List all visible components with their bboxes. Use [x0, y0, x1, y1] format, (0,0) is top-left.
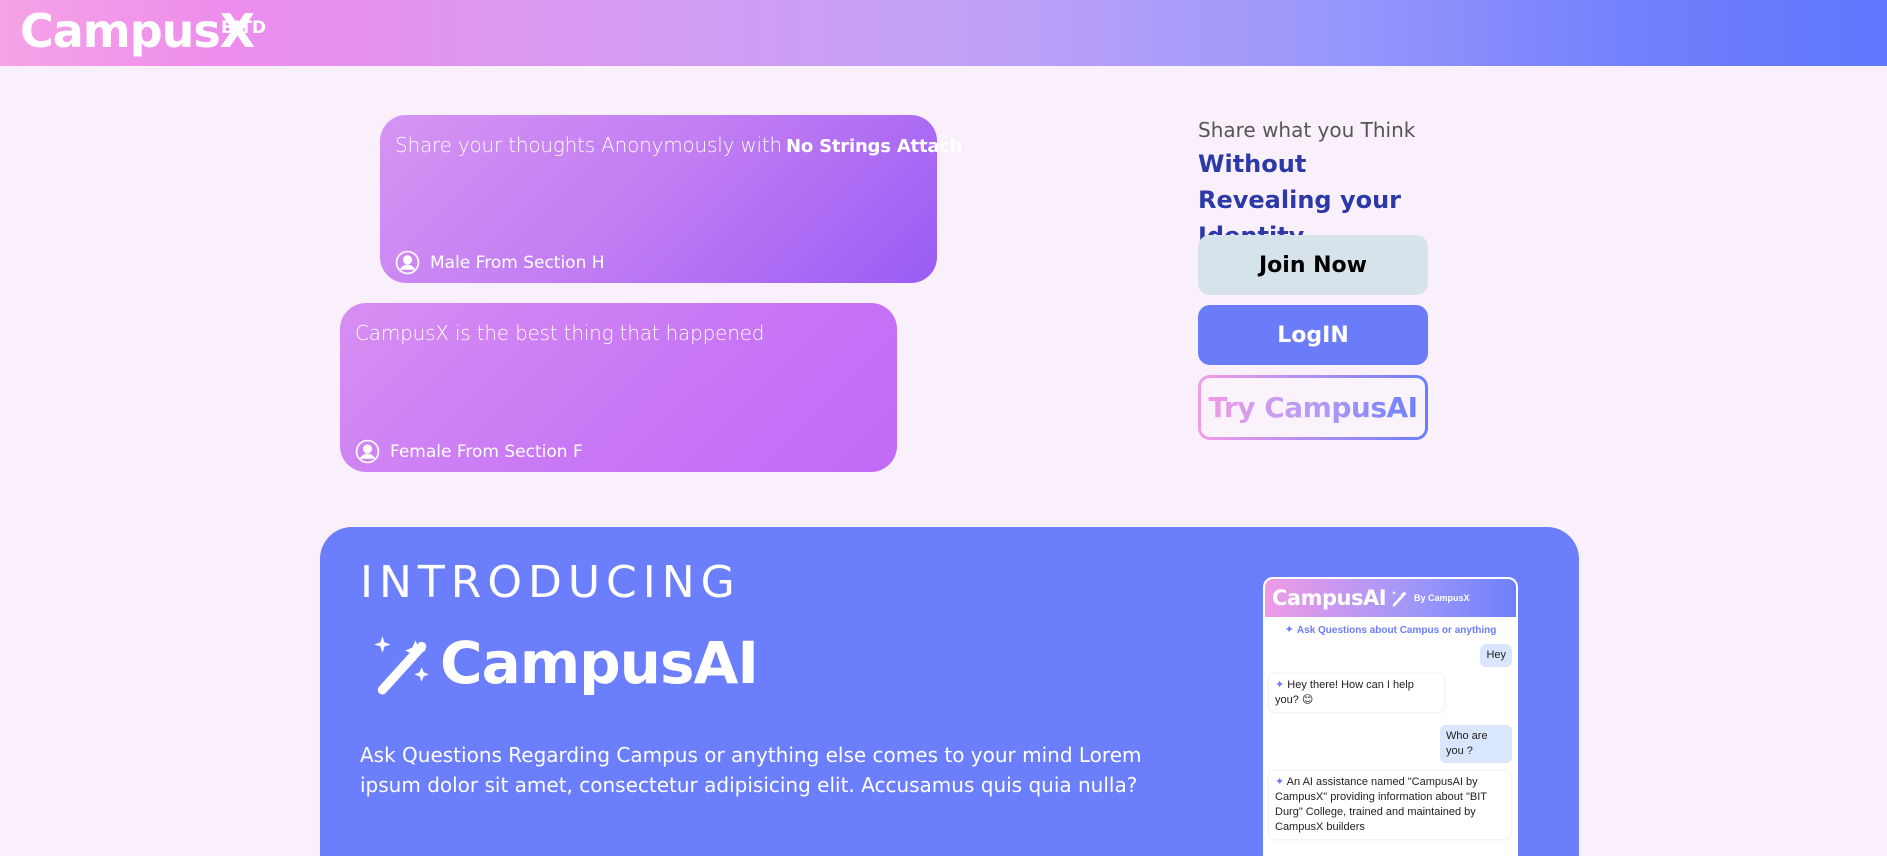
try-campusai-label: Try CampusAI: [1208, 391, 1418, 424]
brand-logo[interactable]: CampusX: [20, 4, 255, 58]
intro-kicker: INTRODUCING: [360, 557, 741, 608]
campusai-intro-section: INTRODUCING CampusAI Ask Questions Regar…: [320, 527, 1579, 856]
post-body: CampusX is the best thing that happened: [355, 321, 765, 345]
sparkle-icon: ✦: [1284, 624, 1297, 636]
post-author: Female From Section F: [355, 439, 583, 464]
magic-wand-icon: [374, 636, 429, 695]
chat-subtitle-text: Ask Questions about Campus or anything: [1296, 625, 1497, 636]
post-author-label: Male From Section H: [430, 252, 605, 273]
top-navbar: CampusX BITD: [0, 0, 1887, 66]
chat-title: CampusAI: [1272, 586, 1387, 610]
chat-message-bot: ✦ Hey there! How can I help you? 😊: [1269, 674, 1444, 712]
join-now-button[interactable]: Join Now: [1198, 235, 1428, 295]
chat-message-text: An AI assistance named "CampusAI by Camp…: [1275, 776, 1487, 833]
chat-by-label: By CampusX: [1414, 593, 1470, 603]
intro-title: CampusAI: [440, 629, 759, 697]
post-emphasis: No Strings Attach: [786, 136, 963, 157]
try-campusai-button[interactable]: Try CampusAI: [1198, 375, 1428, 440]
campusai-logo: CampusAI: [368, 629, 759, 697]
sparkle-icon: ✦: [1275, 679, 1288, 691]
chat-subtitle: ✦ Ask Questions about Campus or anything: [1265, 623, 1516, 636]
post-body: Share your thoughts Anonymously with: [395, 133, 783, 157]
post-text: CampusX is the best thing that happened: [355, 321, 764, 345]
anonymous-post-card: CampusX is the best thing that happened …: [340, 303, 897, 472]
post-author: Male From Section H: [395, 250, 605, 275]
hero-tagline: Share what you Think: [1198, 118, 1416, 142]
post-text: Share your thoughts Anonymously with No S…: [395, 133, 963, 157]
user-avatar-icon: [395, 250, 420, 275]
brand-superscript: BITD: [221, 18, 266, 38]
chat-message-user: Hey: [1480, 644, 1512, 667]
chat-message-text: Hey there! How can I help you? 😊: [1275, 679, 1414, 706]
chat-message-bot: ✦ An AI assistance named "CampusAI by Ca…: [1269, 771, 1511, 839]
chat-message-user: Who are you ?: [1440, 725, 1512, 763]
post-author-label: Female From Section F: [390, 441, 583, 462]
login-button[interactable]: LogIN: [1198, 305, 1428, 365]
intro-description: Ask Questions Regarding Campus or anythi…: [360, 743, 1142, 797]
sparkle-icon: ✦: [1275, 776, 1287, 788]
magic-wand-icon: [1391, 590, 1406, 607]
anonymous-post-card: Share your thoughts Anonymously with No S…: [380, 115, 963, 283]
chat-header: CampusAI By CampusX: [1265, 579, 1516, 617]
user-avatar-icon: [355, 439, 380, 464]
chat-preview: CampusAI By CampusX ✦ Ask Questions abou…: [1263, 577, 1518, 856]
